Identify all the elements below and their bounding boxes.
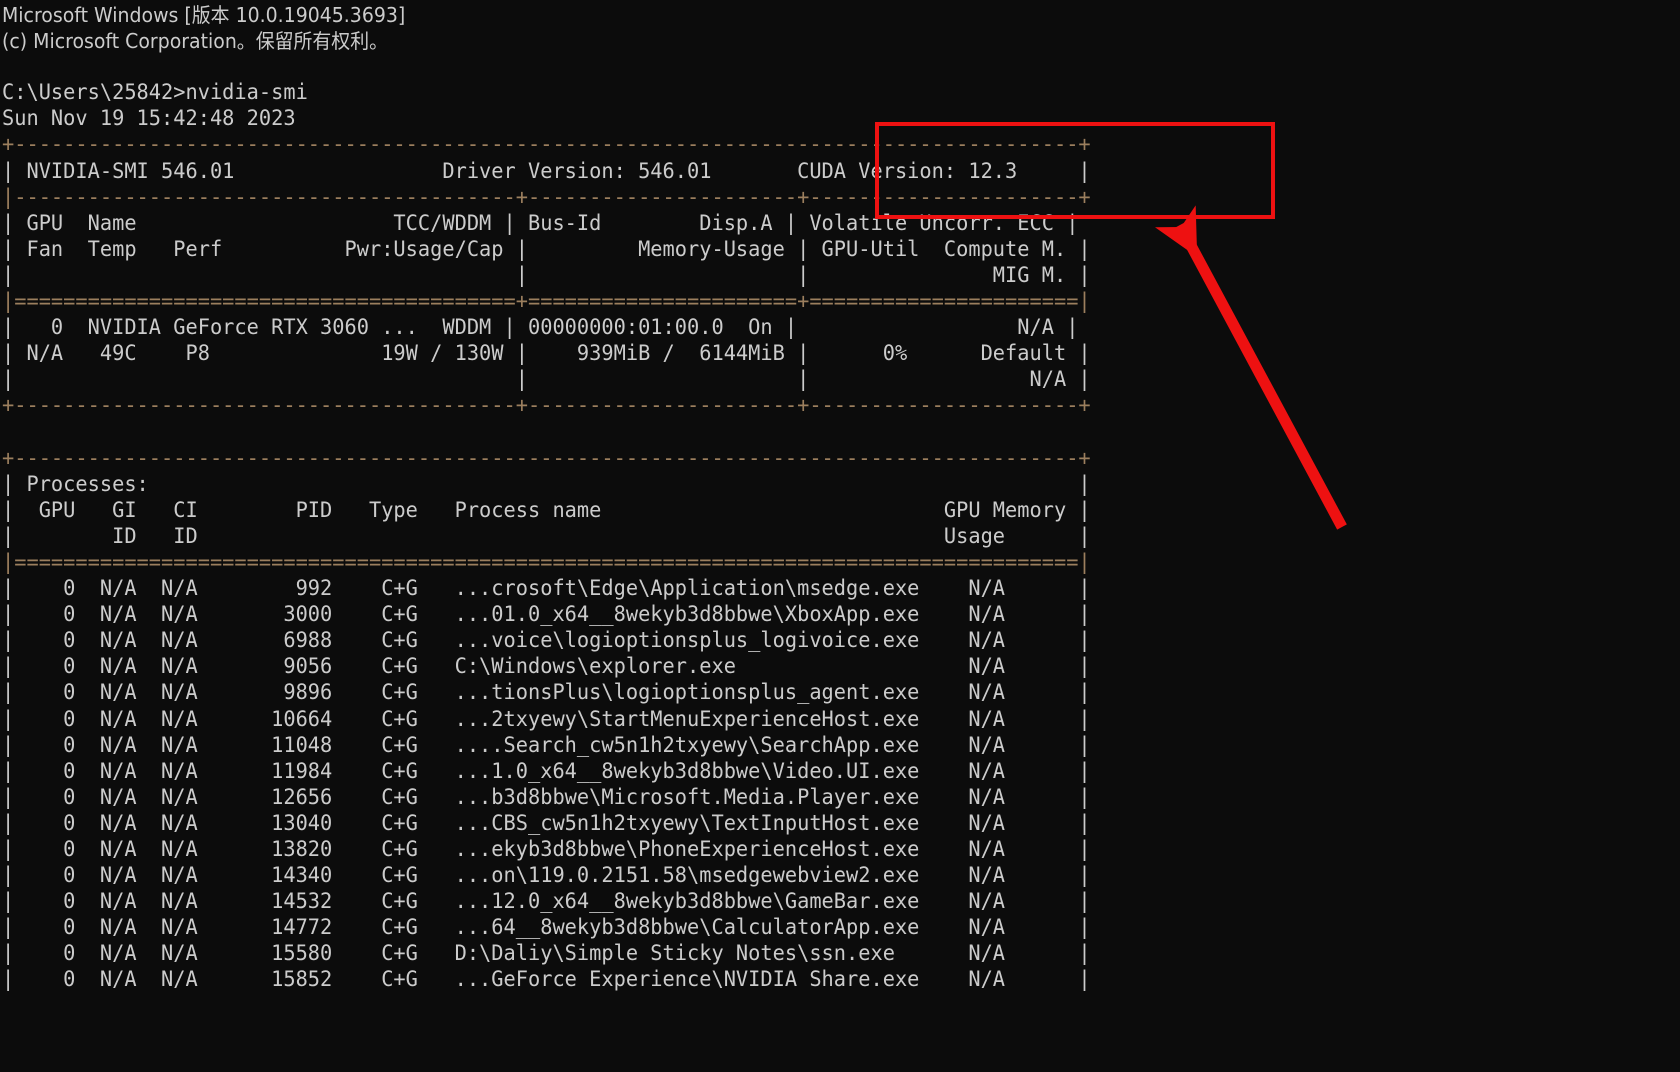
process-row: | 0 N/A N/A 9056 C+G C:\Windows\explorer… xyxy=(2,654,1091,680)
process-row: | 0 N/A N/A 10664 C+G ...2txyewy\StartMe… xyxy=(2,706,1091,732)
smi-version-line: | NVIDIA-SMI 546.01 Driver Version: 546.… xyxy=(2,158,1091,184)
smi-gpu-row-1: | 0 NVIDIA GeForce RTX 3060 ... WDDM | 0… xyxy=(2,315,1079,341)
smi-header-separator: |=======================================… xyxy=(2,289,1091,315)
terminal-window[interactable]: Microsoft Windows [版本 10.0.19045.3693] (… xyxy=(0,0,1680,1072)
process-row: | 0 N/A N/A 992 C+G ...crosoft\Edge\Appl… xyxy=(2,576,1091,602)
smi-divider: |---------------------------------------… xyxy=(2,184,1091,210)
process-row: | 0 N/A N/A 13820 C+G ...ekyb3d8bbwe\Pho… xyxy=(2,837,1091,862)
process-row: | 0 N/A N/A 12656 C+G ...b3d8bbwe\Micros… xyxy=(2,784,1091,810)
process-row: | 0 N/A N/A 14772 C+G ...64__8wekyb3d8bb… xyxy=(2,915,1091,941)
process-row: | 0 N/A N/A 15580 C+G D:\Daliy\Simple St… xyxy=(2,941,1091,967)
smi-border-bottom: +---------------------------------------… xyxy=(2,393,1091,419)
smi-border-top: +---------------------------------------… xyxy=(2,132,1091,158)
smi-timestamp: Sun Nov 19 15:42:48 2023 xyxy=(2,106,296,132)
processes-table: | 0 N/A N/A 992 C+G ...crosoft\Edge\Appl… xyxy=(2,576,1680,994)
process-row: | 0 N/A N/A 11984 C+G ...1.0_x64__8wekyb… xyxy=(2,758,1091,784)
windows-banner-version: Microsoft Windows [版本 10.0.19045.3693] xyxy=(2,3,406,27)
process-row: | 0 N/A N/A 13040 C+G ...CBS_cw5n1h2txye… xyxy=(2,810,1091,836)
process-row: | 0 N/A N/A 14340 C+G ...on\119.0.2151.5… xyxy=(2,863,1091,889)
command-prompt-line[interactable]: C:\Users\25842>nvidia-smi xyxy=(2,80,1588,106)
windows-banner-copyright: (c) Microsoft Corporation。保留所有权利。 xyxy=(2,29,389,54)
process-row: | 0 N/A N/A 11048 C+G ....Search_cw5n1h2… xyxy=(2,732,1091,758)
process-row: | 0 N/A N/A 6988 C+G ...voice\logioption… xyxy=(2,628,1091,654)
smi-header-row-2: | Fan Temp Perf Pwr:Usage/Cap | Memory-U… xyxy=(2,236,1091,262)
processes-header-separator: |=======================================… xyxy=(2,549,1091,575)
processes-border-top: +---------------------------------------… xyxy=(2,445,1091,471)
smi-header-row-1: | GPU Name TCC/WDDM | Bus-Id Disp.A | Vo… xyxy=(2,210,1079,236)
process-row: | 0 N/A N/A 15852 C+G ...GeForce Experie… xyxy=(2,967,1091,993)
smi-gpu-row-2: | N/A 49C P8 19W / 130W | 939MiB / 6144M… xyxy=(2,341,1091,367)
process-row: | 0 N/A N/A 14532 C+G ...12.0_x64__8weky… xyxy=(2,889,1091,915)
smi-header-row-3: | | | MIG M. | xyxy=(2,262,1091,288)
processes-title: | Processes: | xyxy=(2,471,1091,497)
processes-header-row-2: | ID ID Usage | xyxy=(2,523,1091,549)
process-row: | 0 N/A N/A 3000 C+G ...01.0_x64__8wekyb… xyxy=(2,602,1091,628)
smi-gpu-row-3: | | | N/A | xyxy=(2,367,1091,393)
process-row: | 0 N/A N/A 9896 C+G ...tionsPlus\logiop… xyxy=(2,680,1091,706)
processes-header-row-1: | GPU GI CI PID Type Process name GPU Me… xyxy=(2,497,1091,523)
